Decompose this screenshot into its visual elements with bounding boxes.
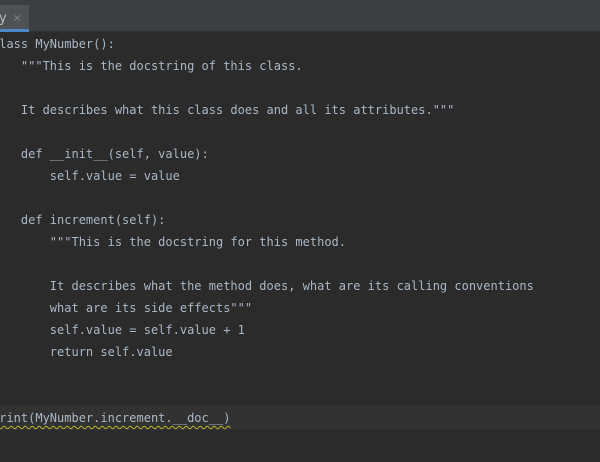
code-editor[interactable]: class MyNumber(): """This is the docstri… <box>0 32 600 462</box>
code-line[interactable]: class MyNumber(): <box>0 33 115 55</box>
code-line[interactable]: def increment(self): <box>0 209 166 231</box>
editor-tab-active[interactable]: y × <box>0 5 29 32</box>
tab-label: y <box>0 11 7 26</box>
code-line[interactable]: return self.value <box>0 341 173 363</box>
code-line[interactable]: It describes what this class does and al… <box>0 99 454 121</box>
code-line[interactable]: """This is the docstring of this class. <box>0 55 303 77</box>
code-line[interactable]: """This is the docstring for this method… <box>0 231 346 253</box>
code-line[interactable]: self.value = self.value + 1 <box>0 319 245 341</box>
code-line-current[interactable]: print(MyNumber.increment.__doc__) <box>0 407 230 429</box>
editor-tab-bar: y × <box>0 0 600 32</box>
close-icon[interactable]: × <box>13 12 21 26</box>
warning-squiggle-text[interactable]: print(MyNumber.increment.__doc__) <box>0 411 230 425</box>
code-line[interactable]: what are its side effects""" <box>0 297 252 319</box>
code-line[interactable]: self.value = value <box>0 165 180 187</box>
code-line[interactable]: def __init__(self, value): <box>0 143 209 165</box>
code-line[interactable]: It describes what the method does, what … <box>0 275 534 297</box>
